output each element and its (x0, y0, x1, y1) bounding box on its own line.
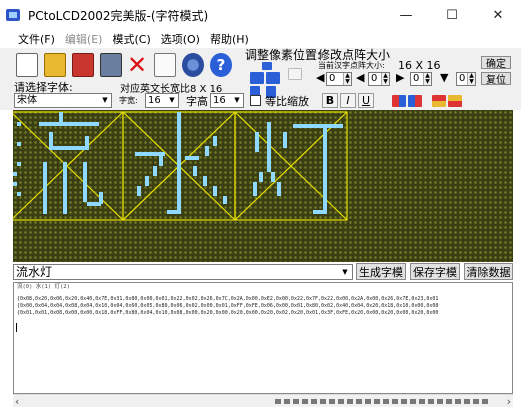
char-width-select[interactable]: 16 ▼ (145, 93, 179, 108)
help-button[interactable]: ? (208, 50, 234, 80)
shift-right-icon[interactable] (266, 72, 280, 84)
document-button[interactable] (152, 50, 178, 80)
dot-matrix-preview[interactable] (13, 110, 513, 262)
save-font-button[interactable]: 保存字模 (410, 263, 460, 280)
scroll-right-icon[interactable]: › (507, 395, 511, 408)
char-height-label: 字高 (186, 95, 208, 108)
print-button[interactable] (98, 50, 124, 80)
open-button[interactable] (42, 50, 68, 80)
char-width-label: 字宽: (119, 96, 138, 105)
shift-left-icon[interactable] (250, 72, 264, 84)
output-text-area[interactable]: 流(0) 水(1) 灯(2) {0x08,0x20,0x06,0x20,0x40… (13, 282, 513, 394)
maximize-button[interactable]: ☐ (429, 0, 475, 30)
arrow-up-icon[interactable] (262, 62, 272, 70)
new-file-icon (16, 53, 38, 77)
delete-button[interactable]: ✕ (124, 50, 150, 80)
chevron-down-icon[interactable]: ▼ (338, 265, 352, 279)
text-input[interactable]: 流水灯 ▼ (13, 264, 353, 280)
bold-button[interactable]: B (322, 93, 338, 108)
width-increase-icon[interactable]: ◀ (356, 71, 364, 84)
settings-button[interactable] (180, 50, 206, 80)
invert-icon[interactable] (288, 68, 302, 80)
output-line: {0x00,0x04,0x04,0x08,0x04,0x10,0x04,0x60… (17, 303, 439, 309)
save-icon (72, 53, 94, 77)
app-icon (6, 9, 20, 21)
scroll-track (275, 399, 491, 404)
right-shift-icon[interactable]: ▶ (396, 71, 404, 84)
clear-data-button[interactable]: 清除数据 (464, 263, 513, 280)
rotate-right-icon[interactable] (448, 95, 462, 107)
menu-mode[interactable]: 模式(C) (112, 31, 150, 47)
matrix-current-label: 当前汉字点阵大小: (318, 61, 385, 70)
settings-gear-icon (182, 53, 204, 77)
height-spinner[interactable]: 0 ▲ ▼ (368, 72, 390, 86)
generate-button[interactable]: 生成字模 (356, 263, 406, 280)
text-caret (16, 323, 17, 332)
close-button[interactable]: ✕ (475, 0, 521, 30)
delete-icon: ✕ (126, 51, 148, 79)
italic-button[interactable]: I (340, 93, 356, 108)
output-header: 流(0) 水(1) 灯(2) (17, 284, 70, 290)
scroll-left-icon[interactable]: ‹ (15, 395, 19, 408)
menu-help[interactable]: 帮助(H) (210, 31, 249, 47)
document-icon (154, 53, 176, 77)
window-controls: — ☐ ✕ (383, 0, 521, 30)
scale-checkbox[interactable] (250, 95, 261, 106)
save-file-button[interactable] (70, 50, 96, 80)
input-row: 流水灯 ▼ 生成字模 保存字模 清除数据 (13, 263, 513, 281)
input-text-value: 流水灯 (16, 265, 53, 279)
right-spinner[interactable]: 0 ▲ ▼ (410, 72, 432, 86)
font-select[interactable]: 宋体 ▼ (14, 93, 112, 108)
dot-matrix-canvas (13, 111, 348, 221)
title-bar: PCtoLCD2002完美版-(字符模式) — ☐ ✕ (0, 0, 521, 30)
adjust-pixel-label: 调整像素位置: (245, 48, 322, 62)
window-title: PCtoLCD2002完美版-(字符模式) (28, 8, 209, 23)
menu-options[interactable]: 选项(O) (161, 31, 200, 47)
print-icon (100, 53, 122, 77)
scale-label: 等比缩放 (265, 95, 309, 108)
flip-vertical-icon[interactable] (408, 95, 422, 107)
horizontal-scrollbar[interactable]: ‹ › (13, 394, 513, 408)
output-line: {0x08,0x20,0x06,0x20,0x40,0x7E,0x31,0x80… (17, 296, 439, 302)
open-folder-icon (44, 53, 66, 77)
output-line: {0x01,0x01,0x08,0x00,0x00,0x18,0xFF,0x80… (17, 310, 439, 316)
menu-edit[interactable]: 编辑(E) (65, 31, 103, 47)
flip-horizontal-icon[interactable] (392, 95, 406, 107)
confirm-button[interactable]: 确定 (481, 56, 511, 70)
width-spinner[interactable]: 0 ▲ ▼ (326, 72, 352, 86)
menu-file[interactable]: 文件(F) (18, 31, 55, 47)
char-height-select[interactable]: 16 ▼ (210, 93, 244, 108)
down-spinner[interactable]: 0 ▲ ▼ (456, 72, 476, 86)
down-shift-icon[interactable]: ▼ (440, 71, 448, 84)
help-icon: ? (210, 53, 232, 77)
underline-button[interactable]: U (358, 93, 374, 108)
rotate-left-icon[interactable] (432, 95, 446, 107)
width-decrease-icon[interactable]: ◀ (316, 71, 324, 84)
minimize-button[interactable]: — (383, 0, 429, 30)
new-file-button[interactable] (14, 50, 40, 80)
reset-button[interactable]: 复位 (481, 72, 511, 86)
